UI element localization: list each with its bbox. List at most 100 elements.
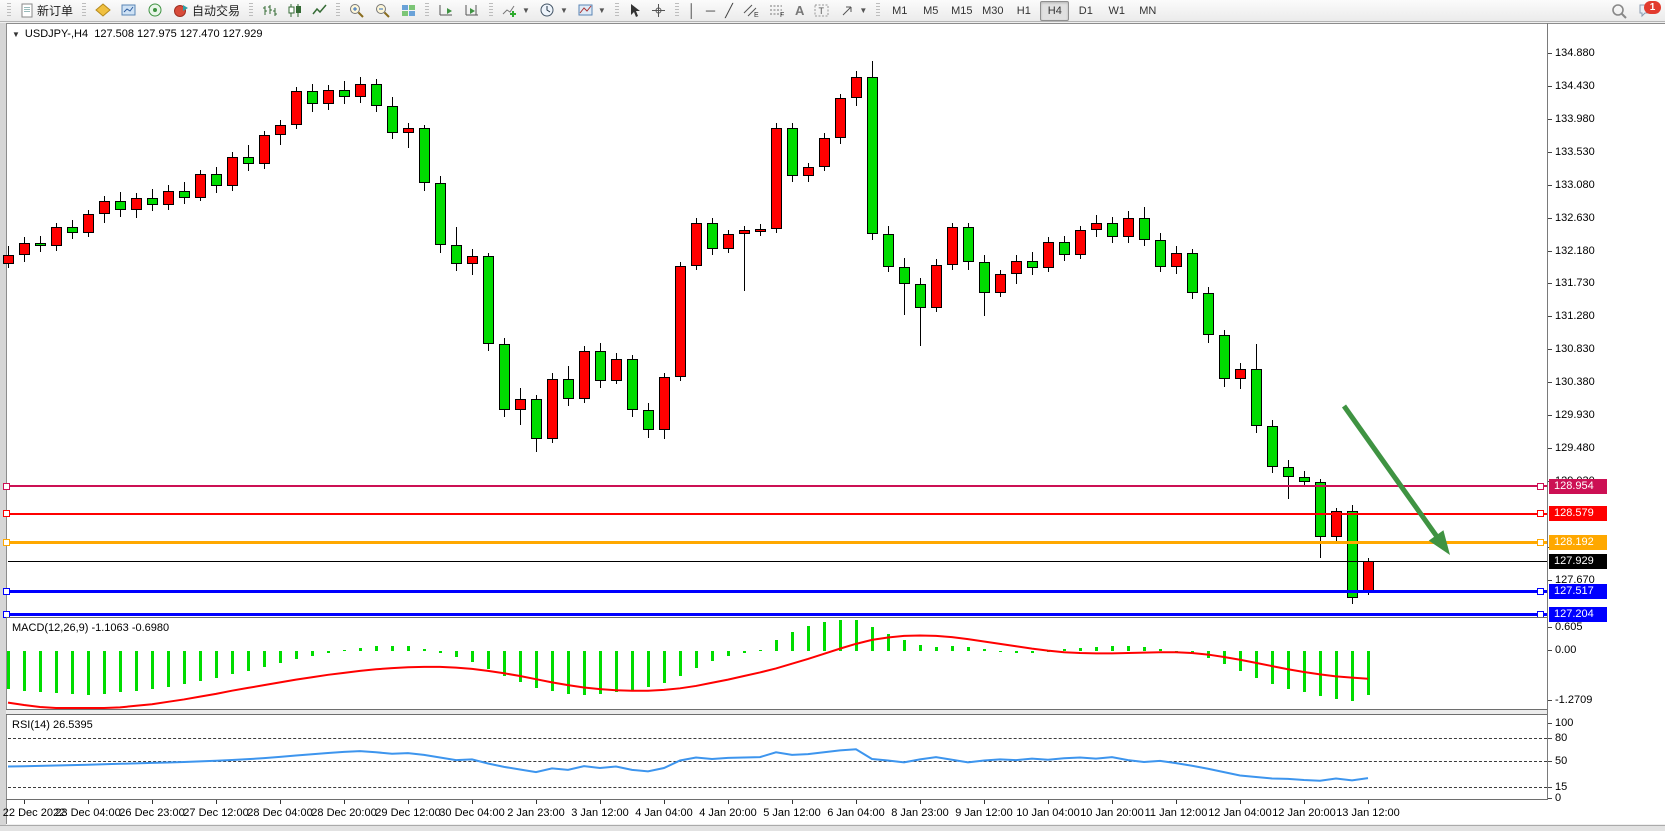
toolbar-grip[interactable] bbox=[7, 3, 11, 18]
horizontal-price-line[interactable] bbox=[8, 485, 1547, 487]
rsi-axis-tick bbox=[1548, 787, 1552, 788]
macd-histogram-bar bbox=[1047, 651, 1050, 652]
line-right-marker[interactable] bbox=[1537, 588, 1544, 595]
line-right-marker[interactable] bbox=[1537, 539, 1544, 546]
main-macd-separator[interactable] bbox=[6, 617, 1547, 618]
price-axis-tick bbox=[1548, 349, 1552, 350]
crosshair-button[interactable] bbox=[646, 0, 671, 22]
rsi-axis-tick bbox=[1548, 798, 1552, 799]
text-button[interactable]: A bbox=[790, 0, 809, 22]
zoom-out-button[interactable] bbox=[370, 0, 396, 22]
timeframe-button-W1[interactable]: W1 bbox=[1102, 1, 1131, 21]
candle-down bbox=[1219, 335, 1230, 379]
candle-up bbox=[1123, 218, 1134, 237]
chart-shift-button[interactable] bbox=[459, 0, 485, 22]
new-order-button[interactable]: 新订单 bbox=[15, 0, 78, 22]
timeframe-button-M5[interactable]: M5 bbox=[916, 1, 945, 21]
collapse-triangle-icon[interactable]: ▼ bbox=[12, 30, 20, 39]
time-axis-tick bbox=[408, 800, 409, 804]
rsi-level-line bbox=[8, 787, 1547, 788]
time-axis-tick bbox=[1112, 800, 1113, 804]
zoom-in-button[interactable] bbox=[344, 0, 370, 22]
signals-button[interactable] bbox=[142, 0, 168, 22]
toolbar-grip[interactable] bbox=[336, 3, 340, 18]
fibonacci-button[interactable]: F bbox=[764, 0, 790, 22]
search-button[interactable] bbox=[1606, 0, 1633, 22]
indicators-button[interactable]: ▼ bbox=[497, 0, 535, 22]
price-axis-border bbox=[1547, 23, 1548, 800]
chart-window[interactable] bbox=[6, 23, 1665, 824]
tile-windows-button[interactable] bbox=[396, 0, 421, 22]
data-window-icon bbox=[121, 3, 137, 18]
line-left-marker[interactable] bbox=[3, 483, 10, 490]
price-axis-tick bbox=[1548, 251, 1552, 252]
timeframe-button-H1[interactable]: H1 bbox=[1009, 1, 1038, 21]
candle-down bbox=[531, 399, 542, 439]
horizontal-price-line[interactable] bbox=[8, 541, 1547, 544]
macd-histogram-bar bbox=[391, 646, 394, 651]
notification-badge[interactable]: 1 bbox=[1644, 1, 1661, 14]
toolbar-grip[interactable] bbox=[82, 3, 86, 18]
rsi-axis-tick bbox=[1548, 761, 1552, 762]
timeframe-button-H4[interactable]: H4 bbox=[1040, 1, 1069, 21]
toolbar-grip[interactable] bbox=[249, 3, 253, 18]
horizontal-price-line[interactable] bbox=[8, 613, 1547, 616]
toolbar-grip[interactable] bbox=[615, 3, 619, 18]
line-right-marker[interactable] bbox=[1537, 483, 1544, 490]
macd-histogram-bar bbox=[519, 651, 522, 682]
timeframe-button-M1[interactable]: M1 bbox=[885, 1, 914, 21]
time-axis-tick bbox=[280, 800, 281, 804]
line-left-marker[interactable] bbox=[3, 539, 10, 546]
autotrade-label: 自动交易 bbox=[192, 2, 240, 19]
data-window-button[interactable] bbox=[116, 0, 142, 22]
candle-down bbox=[1203, 293, 1214, 335]
toolbar-grip[interactable] bbox=[425, 3, 429, 18]
arrows-tool-button[interactable]: ▼ bbox=[835, 0, 872, 22]
market-watch-button[interactable] bbox=[90, 0, 116, 22]
templates-button[interactable]: ▼ bbox=[573, 0, 611, 22]
timeframe-button-M15[interactable]: M15 bbox=[947, 1, 976, 21]
macd-histogram-bar bbox=[823, 622, 826, 651]
time-axis-label: 13 Jan 12:00 bbox=[1336, 807, 1400, 819]
macd-histogram-bar bbox=[215, 651, 218, 678]
macd-histogram-bar bbox=[1095, 647, 1098, 651]
timeframe-button-MN[interactable]: MN bbox=[1133, 1, 1162, 21]
periods-button[interactable]: ▼ bbox=[535, 0, 573, 22]
toolbar-grip[interactable] bbox=[876, 3, 880, 18]
macd-histogram-bar bbox=[1063, 649, 1066, 651]
autotrade-button[interactable]: 自动交易 bbox=[168, 0, 245, 22]
text-label-button[interactable]: T bbox=[809, 0, 835, 22]
toolbar-grip[interactable] bbox=[675, 3, 679, 18]
candle-down bbox=[899, 267, 910, 285]
timeframe-button-M30[interactable]: M30 bbox=[978, 1, 1007, 21]
timeframe-button-D1[interactable]: D1 bbox=[1071, 1, 1100, 21]
vertical-line-button[interactable]: │ bbox=[683, 0, 701, 22]
macd-rsi-separator-bottom[interactable] bbox=[6, 714, 1547, 715]
horizontal-price-line[interactable] bbox=[8, 513, 1547, 515]
macd-histogram-bar bbox=[167, 651, 170, 687]
candle-down bbox=[451, 245, 462, 263]
candle-down bbox=[883, 234, 894, 266]
horizontal-price-line[interactable] bbox=[8, 561, 1547, 562]
horizontal-price-line[interactable] bbox=[8, 590, 1547, 593]
line-left-marker[interactable] bbox=[3, 588, 10, 595]
time-axis-tick bbox=[1048, 800, 1049, 804]
auto-scroll-button[interactable] bbox=[433, 0, 459, 22]
line-chart-button[interactable] bbox=[307, 0, 332, 22]
trendline-button[interactable]: ╱ bbox=[720, 0, 738, 22]
line-chart-icon bbox=[312, 3, 327, 18]
line-left-marker[interactable] bbox=[3, 510, 10, 517]
macd-histogram-bar bbox=[199, 651, 202, 681]
candle-up bbox=[131, 198, 142, 210]
macd-histogram-bar bbox=[327, 651, 330, 653]
bar-chart-button[interactable] bbox=[257, 0, 282, 22]
time-axis-tick bbox=[216, 800, 217, 804]
cursor-button[interactable] bbox=[623, 0, 646, 22]
equidistant-channel-button[interactable]: E bbox=[738, 0, 764, 22]
toolbar-grip[interactable] bbox=[489, 3, 493, 18]
horizontal-line-button[interactable]: ─ bbox=[701, 0, 720, 22]
line-right-marker[interactable] bbox=[1537, 510, 1544, 517]
candle-up bbox=[3, 255, 14, 264]
candlestick-chart-button[interactable] bbox=[282, 0, 307, 22]
macd-histogram-bar bbox=[1287, 651, 1290, 689]
